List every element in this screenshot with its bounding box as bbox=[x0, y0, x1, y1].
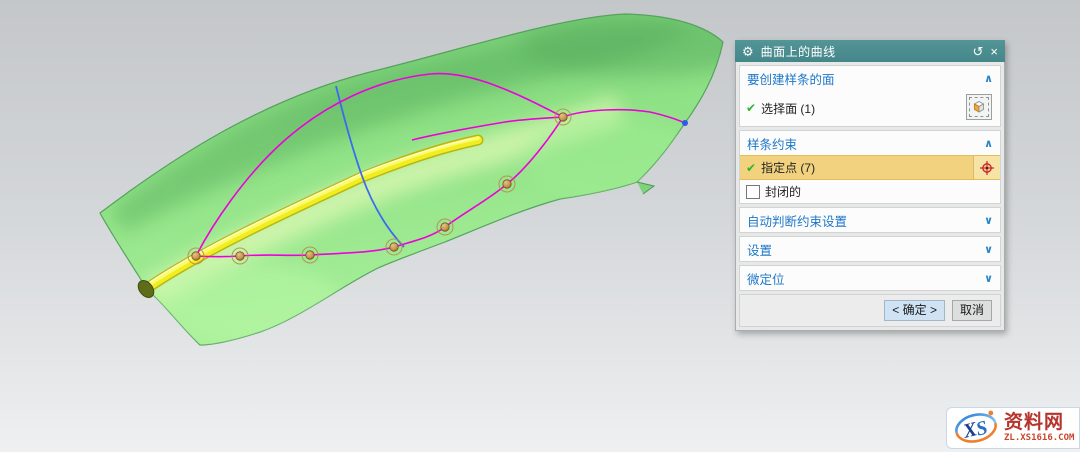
specified-point[interactable] bbox=[559, 113, 567, 121]
reset-icon[interactable]: ↺ bbox=[973, 45, 984, 58]
check-icon: ✔ bbox=[746, 161, 756, 175]
chevron-down-icon[interactable]: ∨ bbox=[984, 272, 993, 285]
surface-fold-edge bbox=[637, 182, 654, 194]
dialog-titlebar[interactable]: ⚙ 曲面上的曲线 ↺ × bbox=[735, 40, 1005, 62]
group-inferred-label: 自动判断约束设置 bbox=[747, 211, 847, 230]
point-dialog-button[interactable] bbox=[973, 156, 1000, 179]
ok-button[interactable]: < 确定 > bbox=[884, 300, 945, 321]
group-settings: 设置 ∨ bbox=[739, 236, 1001, 262]
curve-endpoint-dot[interactable] bbox=[682, 120, 688, 126]
dialog-title: 曲面上的曲线 bbox=[761, 43, 966, 60]
chevron-up-icon[interactable]: ∧ bbox=[984, 137, 993, 150]
check-icon: ✔ bbox=[746, 101, 756, 115]
cancel-button[interactable]: 取消 bbox=[952, 300, 992, 321]
crosshair-icon bbox=[979, 160, 995, 176]
specify-point-row[interactable]: ✔ 指定点 (7) bbox=[740, 155, 1000, 180]
surface-group[interactable] bbox=[100, 14, 760, 347]
group-face-label: 要创建样条的面 bbox=[747, 69, 835, 88]
curve-on-surface-dialog: ⚙ 曲面上的曲线 ↺ × 要创建样条的面 ∧ ✔ 选择面 (1) bbox=[735, 40, 1005, 331]
closed-label: 封闭的 bbox=[765, 183, 801, 200]
specified-point[interactable] bbox=[441, 223, 449, 231]
group-settings-header[interactable]: 设置 ∨ bbox=[740, 237, 1000, 261]
closed-checkbox-row[interactable]: 封闭的 bbox=[740, 180, 1000, 203]
dialog-body: 要创建样条的面 ∧ ✔ 选择面 (1) bbox=[735, 62, 1005, 331]
group-inferred-header[interactable]: 自动判断约束设置 ∨ bbox=[740, 208, 1000, 232]
group-micro-label: 微定位 bbox=[747, 269, 785, 288]
specified-point[interactable] bbox=[503, 180, 511, 188]
dialog-footer: < 确定 > 取消 bbox=[739, 294, 1001, 327]
close-icon[interactable]: × bbox=[990, 45, 998, 58]
specified-point[interactable] bbox=[390, 243, 398, 251]
group-micro-header[interactable]: 微定位 ∨ bbox=[740, 266, 1000, 290]
group-settings-label: 设置 bbox=[747, 240, 772, 259]
watermark-badge: X S 资料网 ZL.XS1616.COM bbox=[946, 407, 1080, 449]
select-face-row[interactable]: ✔ 选择面 (1) bbox=[740, 90, 1000, 126]
closed-checkbox[interactable] bbox=[746, 185, 760, 199]
group-constraints-label: 样条约束 bbox=[747, 134, 797, 153]
select-face-label: 选择面 (1) bbox=[761, 100, 815, 117]
specify-point-label: 指定点 (7) bbox=[761, 159, 815, 176]
gear-icon[interactable]: ⚙ bbox=[742, 45, 754, 58]
group-inferred-constraints: 自动判断约束设置 ∨ bbox=[739, 207, 1001, 233]
surface-shading bbox=[110, 15, 760, 347]
watermark-site-url: ZL.XS1616.COM bbox=[1004, 434, 1074, 443]
specified-point[interactable] bbox=[306, 251, 314, 259]
chevron-up-icon[interactable]: ∧ bbox=[984, 72, 993, 85]
group-face-header[interactable]: 要创建样条的面 ∧ bbox=[740, 66, 1000, 90]
group-spline-constraints: 样条约束 ∧ ✔ 指定点 (7) bbox=[739, 130, 1001, 204]
specified-point[interactable] bbox=[236, 252, 244, 260]
specified-point[interactable] bbox=[192, 252, 200, 260]
watermark-site-name: 资料网 bbox=[1004, 413, 1074, 432]
face-select-button[interactable] bbox=[966, 94, 992, 120]
group-face-to-spline: 要创建样条的面 ∧ ✔ 选择面 (1) bbox=[739, 65, 1001, 127]
watermark-logo: X S bbox=[952, 410, 1000, 446]
chevron-down-icon[interactable]: ∨ bbox=[984, 243, 993, 256]
cube-icon bbox=[969, 97, 989, 117]
group-constraints-header[interactable]: 样条约束 ∧ bbox=[740, 131, 1000, 155]
group-micro-positioning: 微定位 ∨ bbox=[739, 265, 1001, 291]
chevron-down-icon[interactable]: ∨ bbox=[984, 214, 993, 227]
